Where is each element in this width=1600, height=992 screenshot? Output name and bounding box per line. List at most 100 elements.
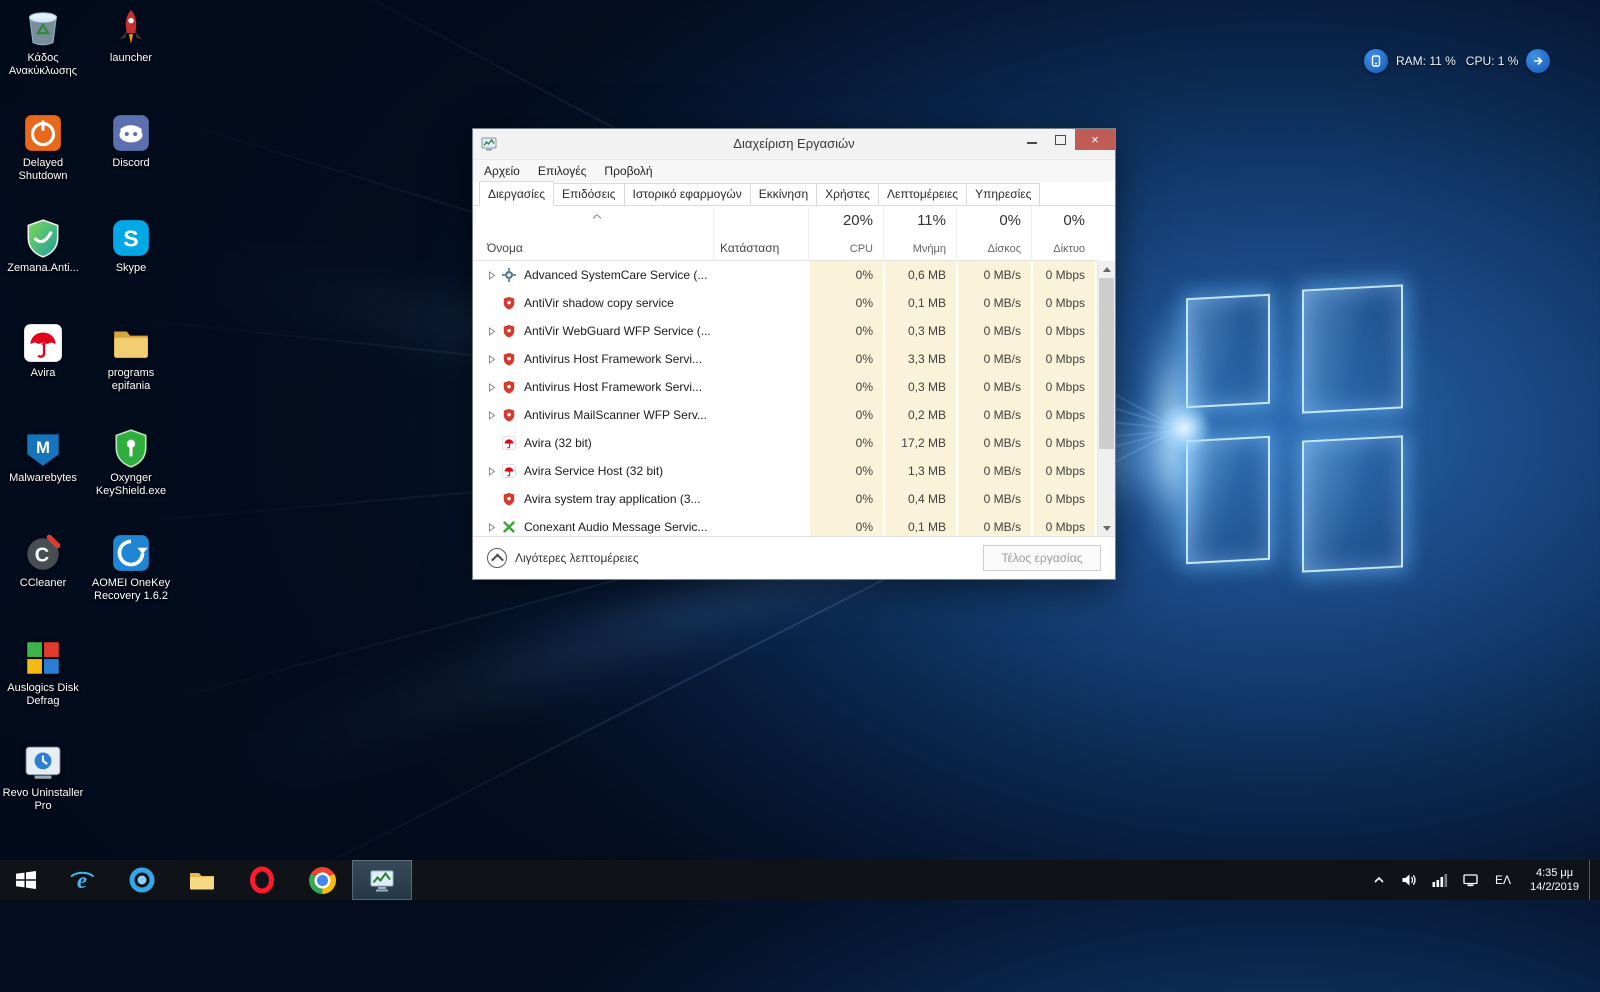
desktop-icon-aomei-onekey[interactable]: AOMEI OneKey Recovery 1.6.2 — [88, 531, 174, 636]
vertical-scrollbar[interactable] — [1097, 261, 1115, 537]
taskbar-clock[interactable]: 4:35 μμ 14/2/2019 — [1520, 866, 1589, 894]
column-header-memory[interactable]: 11% Μνήμη — [883, 206, 956, 260]
resource-monitor-widget[interactable]: RAM: 11 % CPU: 1 % — [1364, 46, 1550, 76]
antivirus-shield-icon — [501, 295, 517, 311]
desktop-icon-revo-uninstaller[interactable]: Revo Uninstaller Pro — [0, 741, 86, 846]
taskbar-task-manager-button[interactable] — [352, 860, 412, 900]
tab-details[interactable]: Λεπτομέρειες — [878, 183, 967, 206]
network-cell: 0 Mbps — [1031, 485, 1095, 513]
ccleaner-icon: C — [21, 531, 65, 575]
process-row[interactable]: Advanced SystemCare Service (... 0% 0,6 … — [481, 261, 1098, 289]
process-row[interactable]: Antivirus Host Framework Servi... 0% 0,3… — [481, 373, 1098, 401]
expand-chevron-icon[interactable] — [485, 383, 499, 392]
expand-chevron-icon[interactable] — [485, 327, 499, 336]
desktop-icon-auslogics-defrag[interactable]: Auslogics Disk Defrag — [0, 636, 86, 741]
desktop-icon-malwarebytes[interactable]: M Malwarebytes — [0, 426, 86, 531]
process-name: Antivirus Host Framework Servi... — [524, 380, 702, 394]
minimize-button[interactable] — [1017, 129, 1046, 150]
taskbar-file-explorer-icon[interactable] — [172, 860, 232, 900]
taskbar-chrome-icon[interactable] — [292, 860, 352, 900]
tab-processes[interactable]: Διεργασίες — [479, 181, 554, 206]
antivirus-shield-icon — [501, 407, 517, 423]
taskbar-blue-app-icon[interactable] — [112, 860, 172, 900]
tab-services[interactable]: Υπηρεσίες — [966, 183, 1040, 206]
wallpaper-window-pane — [1186, 436, 1270, 564]
close-button[interactable]: × — [1075, 129, 1115, 150]
power-icon — [21, 111, 65, 155]
end-task-button[interactable]: Τέλος εργασίας — [983, 545, 1101, 571]
desktop-icon-discord[interactable]: Discord — [88, 111, 174, 216]
folder-icon — [109, 321, 153, 365]
rocket-icon — [109, 6, 153, 50]
tab-performance[interactable]: Επιδόσεις — [553, 183, 625, 206]
process-name: Conexant Audio Message Servic... — [524, 520, 707, 534]
column-header-disk[interactable]: 0% Δίσκος — [956, 206, 1031, 260]
fewer-details-toggle[interactable]: Λιγότερες λεπτομέρειες — [487, 548, 639, 568]
taskbar-opera-icon[interactable] — [232, 860, 292, 900]
expand-chevron-icon[interactable] — [485, 355, 499, 364]
process-row[interactable]: Conexant Audio Message Servic... 0% 0,1 … — [481, 513, 1098, 537]
tab-users[interactable]: Χρήστες — [816, 183, 879, 206]
cpu-cell: 0% — [808, 401, 883, 429]
cpu-cell: 0% — [808, 345, 883, 373]
desktop-icon-label: Zemana.Anti... — [7, 262, 79, 275]
title-bar[interactable]: Διαχείριση Εργασιών × — [473, 129, 1115, 160]
process-row[interactable]: Avira system tray application (3... 0% 0… — [481, 485, 1098, 513]
expand-chevron-icon[interactable] — [485, 271, 499, 280]
desktop-icon-avira[interactable]: Avira — [0, 321, 86, 426]
status-cell — [713, 429, 808, 457]
tab-app-history[interactable]: Ιστορικό εφαρμογών — [624, 183, 751, 206]
tray-expand-chevron-icon[interactable] — [1365, 860, 1393, 900]
process-name: Avira Service Host (32 bit) — [524, 464, 663, 478]
desktop-icon-launcher[interactable]: launcher — [88, 6, 174, 111]
arrow-right-icon[interactable] — [1526, 49, 1550, 73]
memory-cell: 0,1 MB — [883, 289, 956, 317]
desktop-icon-column-2: launcher Discord S Skype programs epifan… — [88, 6, 174, 636]
desktop-icon-programs-folder[interactable]: programs epifania — [88, 321, 174, 426]
column-header-status[interactable]: Κατάσταση — [713, 206, 808, 260]
column-header-network[interactable]: 0% Δίκτυο — [1031, 206, 1095, 260]
menu-options[interactable]: Επιλογές — [529, 164, 596, 178]
network-cell: 0 Mbps — [1031, 373, 1095, 401]
process-name: Antivirus Host Framework Servi... — [524, 352, 702, 366]
desktop-icon-ccleaner[interactable]: C CCleaner — [0, 531, 86, 636]
desktop-icon-recycle-bin[interactable]: Κάδος Ανακύκλωσης — [0, 6, 86, 111]
process-row[interactable]: AntiVir shadow copy service 0% 0,1 MB 0 … — [481, 289, 1098, 317]
expand-chevron-icon[interactable] — [485, 467, 499, 476]
desktop-icon-skype[interactable]: S Skype — [88, 216, 174, 321]
desktop-icon-label: Κάδος Ανακύκλωσης — [1, 52, 85, 78]
wallpaper-flare — [1136, 300, 1212, 570]
column-header-name[interactable]: Όνομα — [481, 206, 713, 260]
expand-chevron-icon[interactable] — [485, 523, 499, 532]
disk-cell: 0 MB/s — [956, 317, 1031, 345]
start-button[interactable] — [0, 860, 52, 900]
table-header: Όνομα Κατάσταση 20% CPU 11% Μνήμη 0% Δίσ… — [473, 206, 1098, 261]
maximize-button[interactable] — [1046, 129, 1075, 150]
desktop-icon-delayed-shutdown[interactable]: Delayed Shutdown — [0, 111, 86, 216]
volume-icon[interactable] — [1393, 860, 1424, 900]
process-row[interactable]: AntiVir WebGuard WFP Service (... 0% 0,3… — [481, 317, 1098, 345]
scroll-up-arrow[interactable] — [1098, 261, 1115, 278]
expand-chevron-icon[interactable] — [485, 411, 499, 420]
svg-text:M: M — [36, 438, 50, 457]
desktop-icon-zemana[interactable]: Zemana.Anti... — [0, 216, 86, 321]
antivirus-shield-icon — [501, 323, 517, 339]
process-row[interactable]: Avira Service Host (32 bit) 0% 1,3 MB 0 … — [481, 457, 1098, 485]
language-indicator[interactable]: ΕΛ — [1486, 860, 1520, 900]
pc-status-icon[interactable] — [1455, 860, 1486, 900]
network-signal-icon[interactable] — [1424, 860, 1455, 900]
tab-startup[interactable]: Εκκίνηση — [750, 183, 817, 206]
menu-file[interactable]: Αρχείο — [475, 164, 529, 178]
process-row[interactable]: Antivirus MailScanner WFP Serv... 0% 0,2… — [481, 401, 1098, 429]
menu-view[interactable]: Προβολή — [595, 164, 661, 178]
desktop-icon-oxynger-keyshield[interactable]: Oxynger KeyShield.exe — [88, 426, 174, 531]
column-header-cpu[interactable]: 20% CPU — [808, 206, 883, 260]
process-row[interactable]: Avira (32 bit) 0% 17,2 MB 0 MB/s 0 Mbps — [481, 429, 1098, 457]
show-desktop-button[interactable] — [1589, 860, 1600, 900]
taskbar-ie-icon[interactable]: e — [52, 860, 112, 900]
antivirus-shield-icon — [501, 379, 517, 395]
process-row[interactable]: Antivirus Host Framework Servi... 0% 3,3… — [481, 345, 1098, 373]
scroll-down-arrow[interactable] — [1098, 520, 1115, 537]
scrollbar-thumb[interactable] — [1099, 278, 1114, 449]
skype-icon: S — [109, 216, 153, 260]
